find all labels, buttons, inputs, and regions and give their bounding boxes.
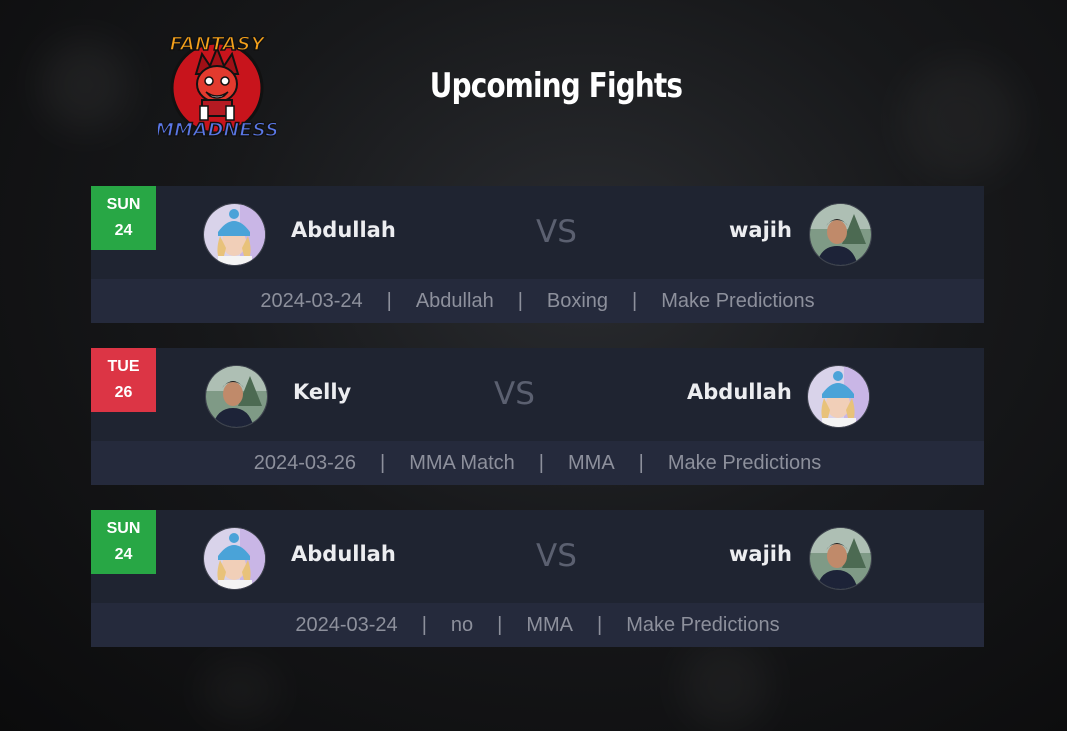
background-bokeh [200,660,280,720]
separator: | [421,613,427,636]
left-fighter-avatar[interactable] [205,365,268,428]
fight-info-bar: 2024-03-24 | no | MMA | Make Predictions [91,603,984,647]
fight-info-bar: 2024-03-24 | Abdullah | Boxing | Make Pr… [91,279,984,323]
separator: | [380,451,386,474]
right-fighter-name[interactable]: wajih [729,218,792,242]
right-fighter-name[interactable]: Abdullah [687,380,792,404]
make-predictions-link[interactable]: Make Predictions [661,290,814,313]
date-badge: SUN 24 [91,186,156,250]
fight-type: MMA [568,451,615,474]
left-fighter-avatar[interactable] [203,203,266,266]
badge-date: 24 [114,222,133,239]
left-fighter-name[interactable]: Kelly [293,380,351,404]
fight-date: 2024-03-24 [260,289,363,312]
fight-date: 2024-03-24 [295,613,398,636]
fight-event: no [450,613,474,636]
separator: | [517,289,523,312]
left-fighter-name[interactable]: Abdullah [291,542,396,566]
separator: | [538,451,544,474]
svg-text:MMADNESS: MMADNESS [158,119,276,141]
badge-date: 24 [114,546,133,563]
separator: | [638,451,644,474]
badge-date: 26 [114,384,133,401]
right-fighter-avatar[interactable] [809,527,872,590]
fight-event: MMA Match [409,451,515,474]
fight-type: Boxing [546,289,609,312]
separator: | [386,289,392,312]
date-badge: SUN 24 [91,510,156,574]
vs-label: VS [494,376,535,412]
svg-text:FANTASY: FANTASY [170,33,267,55]
make-predictions-link[interactable]: Make Predictions [668,452,821,475]
fight-type: MMA [526,613,574,636]
badge-day: TUE [107,358,140,375]
left-fighter-avatar[interactable] [203,527,266,590]
right-fighter-name[interactable]: wajih [729,542,792,566]
fight-date: 2024-03-26 [253,451,357,474]
right-fighter-avatar[interactable] [807,365,870,428]
separator: | [497,613,503,636]
fight-event: Abdullah [415,289,494,312]
fight-card[interactable]: SUN 24 Abdullah VS wajih 2024-03-24 | no… [91,510,984,647]
separator: | [632,289,638,312]
badge-day: SUN [106,196,141,213]
fight-card[interactable]: TUE 26 Kelly VS Abdullah 2024-03-26 | MM… [91,348,984,485]
fight-card[interactable]: SUN 24 Abdullah VS wajih 2024-03-24 | Ab… [91,186,984,323]
date-badge: TUE 26 [91,348,156,412]
right-fighter-avatar[interactable] [809,203,872,266]
left-fighter-name[interactable]: Abdullah [291,218,396,242]
make-predictions-link[interactable]: Make Predictions [626,614,779,637]
fight-info-bar: 2024-03-26 | MMA Match | MMA | Make Pred… [91,441,984,485]
background-bokeh [680,640,770,730]
page-title: Upcoming Fights [429,66,683,106]
badge-day: SUN [106,520,141,537]
vs-label: VS [536,538,577,574]
vs-label: VS [536,214,577,250]
separator: | [597,613,603,636]
